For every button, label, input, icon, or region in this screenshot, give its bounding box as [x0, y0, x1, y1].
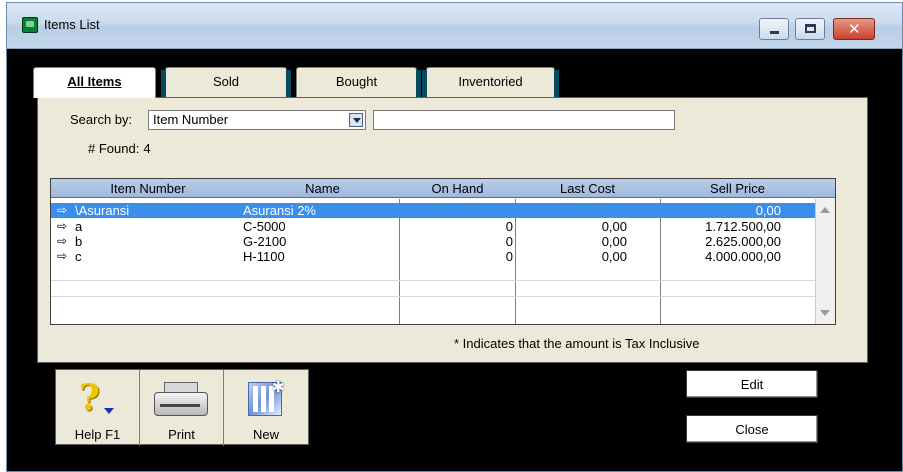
print-button[interactable]: Print: [140, 370, 224, 446]
item-number-cell: c: [75, 249, 82, 264]
item-name-cell: C-5000: [243, 219, 286, 234]
tax-inclusive-note: * Indicates that the amount is Tax Inclu…: [454, 336, 700, 351]
print-label: Print: [168, 427, 195, 442]
close-window-button[interactable]: ✕: [833, 18, 875, 40]
tab-label: Inventoried: [458, 74, 523, 89]
minimize-icon: [770, 31, 779, 34]
tab-sold[interactable]: Sold: [161, 67, 291, 98]
action-toolbar: ? Help F1 Print ✱ New: [55, 369, 309, 446]
sell-price-cell: 0,00: [755, 203, 781, 218]
maximize-button[interactable]: [795, 18, 825, 40]
last-cost-cell: 0,00: [601, 234, 627, 249]
help-button[interactable]: ? Help F1: [56, 370, 140, 446]
column-header-item-number[interactable]: Item Number: [51, 181, 245, 196]
item-number-cell: \Asuransi: [75, 203, 130, 218]
minimize-button[interactable]: [759, 18, 789, 40]
app-icon: [22, 17, 38, 33]
tab-label: Bought: [335, 74, 378, 89]
sparkle-icon: ✱: [272, 378, 285, 396]
edit-button[interactable]: Edit: [686, 370, 818, 398]
sell-price-cell: 1.712.500,00: [705, 219, 781, 234]
table-header: Item Number Name On Hand Last Cost Sell …: [51, 179, 835, 198]
scroll-down-icon[interactable]: [820, 310, 830, 316]
maximize-icon: [805, 24, 816, 33]
items-list-window: Items List ✕ All Items Sold Bought Inven…: [6, 2, 903, 472]
search-field-select[interactable]: Item Number: [148, 110, 366, 130]
tab-label: All Items: [67, 74, 122, 89]
help-label: Help F1: [74, 427, 121, 442]
column-header-sell-price[interactable]: Sell Price: [660, 181, 815, 196]
column-header-on-hand[interactable]: On Hand: [400, 181, 515, 196]
item-number-cell: b: [75, 234, 83, 249]
title-bar[interactable]: Items List ✕: [7, 3, 902, 49]
search-by-label: Search by:: [70, 112, 133, 127]
found-value: 4: [143, 141, 151, 156]
on-hand-cell: 0: [505, 249, 513, 264]
row-arrow-icon: ⇨: [57, 249, 68, 263]
column-header-last-cost[interactable]: Last Cost: [515, 181, 660, 196]
item-name-cell: G-2100: [243, 234, 287, 249]
tab-inventoried[interactable]: Inventoried: [422, 67, 559, 98]
on-hand-cell: 0: [505, 234, 513, 249]
table-row[interactable]: ⇨ a C-5000 0 0,00 1.712.500,00: [51, 219, 815, 234]
found-count: # Found: 4: [88, 141, 151, 156]
tab-bought[interactable]: Bought: [296, 67, 421, 98]
row-arrow-icon: ⇨: [57, 203, 68, 217]
window-title: Items List: [44, 17, 100, 32]
chevron-down-icon[interactable]: [349, 113, 363, 127]
dropdown-arrow-icon: [104, 408, 114, 414]
table-row[interactable]: ⇨ c H-1100 0 0,00 4.000.000,00: [51, 249, 815, 264]
table-row[interactable]: ⇨ b G-2100 0 0,00 2.625.000,00: [51, 234, 815, 249]
items-table: Item Number Name On Hand Last Cost Sell …: [50, 178, 836, 325]
search-field-value: Item Number: [153, 112, 229, 127]
tab-label: Sold: [212, 74, 240, 89]
search-input[interactable]: [373, 110, 675, 130]
close-icon: ✕: [848, 20, 861, 38]
row-arrow-icon: ⇨: [57, 234, 68, 248]
item-name-cell: H-1100: [243, 249, 285, 264]
column-header-name[interactable]: Name: [245, 181, 400, 196]
new-label: New: [252, 427, 279, 442]
item-number-cell: a: [75, 219, 83, 234]
tab-panel: Search by: Item Number # Found: 4 Item Nu…: [37, 97, 868, 363]
sell-price-cell: 2.625.000,00: [705, 234, 781, 249]
row-arrow-icon: ⇨: [57, 219, 68, 233]
table-scrollbar[interactable]: [815, 199, 835, 324]
close-button[interactable]: Close: [686, 415, 818, 443]
on-hand-cell: 0: [505, 219, 513, 234]
tab-all-items[interactable]: All Items: [33, 67, 156, 98]
new-button[interactable]: ✱ New: [224, 370, 308, 446]
help-icon: ?: [79, 377, 101, 419]
item-name-cell: Asuransi 2%: [243, 203, 316, 218]
sell-price-cell: 4.000.000,00: [705, 249, 781, 264]
last-cost-cell: 0,00: [601, 219, 627, 234]
found-label: # Found:: [88, 141, 140, 156]
table-row[interactable]: ⇨ \Asuransi Asuransi 2% 0,00: [51, 203, 815, 218]
scroll-up-icon[interactable]: [820, 207, 830, 213]
last-cost-cell: 0,00: [601, 249, 627, 264]
